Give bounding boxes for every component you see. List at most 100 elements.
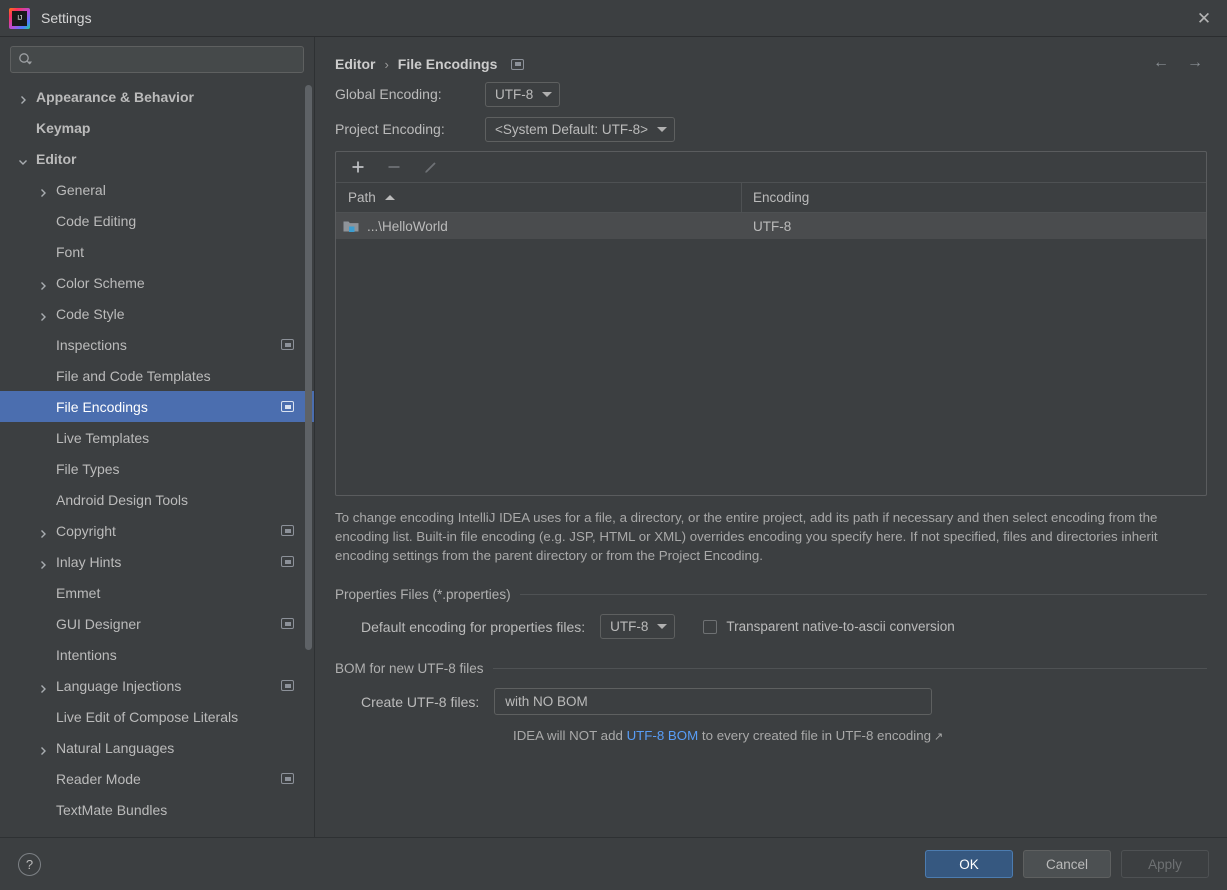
search-box[interactable] (10, 46, 304, 73)
sidebar-item-inspections[interactable]: Inspections (0, 329, 314, 360)
bom-section-header: BOM for new UTF-8 files (335, 661, 1207, 676)
table-row[interactable]: ...\HelloWorld UTF-8 (336, 213, 1206, 239)
create-utf8-files-label: Create UTF-8 files: (361, 693, 480, 710)
sidebar-item-live-edit-of-compose-literals[interactable]: Live Edit of Compose Literals (0, 701, 314, 732)
properties-section-header: Properties Files (*.properties) (335, 587, 1207, 602)
column-header-encoding[interactable]: Encoding (742, 183, 1206, 212)
project-level-icon (281, 525, 294, 536)
help-icon[interactable]: ? (18, 852, 41, 876)
transparent-conversion-label: Transparent native-to-ascii conversion (726, 619, 955, 634)
sidebar-item-gui-designer[interactable]: GUI Designer (0, 608, 314, 639)
breadcrumb-parent[interactable]: Editor (335, 56, 375, 72)
settings-tree: Appearance & Behavior Keymap Editor General… (0, 81, 314, 837)
project-level-icon (281, 773, 294, 784)
sidebar-item-keymap[interactable]: Keymap (0, 112, 314, 143)
project-encoding-dropdown[interactable]: <System Default: UTF-8> (485, 116, 676, 142)
back-arrow-icon[interactable]: ← (1149, 51, 1173, 75)
sidebar-item-label: File Encodings (56, 398, 148, 415)
ok-button[interactable]: OK (925, 850, 1013, 878)
sidebar-item-editor[interactable]: Editor (0, 143, 314, 174)
breadcrumb-separator: › (384, 56, 389, 72)
sidebar-item-general[interactable]: General (0, 174, 314, 205)
sidebar-item-label: Appearance & Behavior (36, 88, 194, 105)
sidebar-item-color-scheme[interactable]: Color Scheme (0, 267, 314, 298)
main-panel: Editor › File Encodings ← → Global Encod… (315, 37, 1227, 837)
sidebar-item-language-injections[interactable]: Language Injections (0, 670, 314, 701)
global-encoding-dropdown[interactable]: UTF-8 (485, 81, 561, 107)
dialog-footer: ? OK Cancel Apply (0, 837, 1227, 890)
chevron-right-icon[interactable] (38, 278, 48, 290)
default-properties-encoding-value: UTF-8 (610, 619, 649, 634)
chevron-right-icon[interactable] (38, 681, 48, 693)
cancel-button[interactable]: Cancel (1023, 850, 1111, 878)
sidebar-scrollbar[interactable] (305, 85, 312, 650)
close-icon[interactable]: ✕ (1181, 0, 1227, 37)
properties-section-title: Properties Files (*.properties) (335, 587, 511, 602)
sidebar-item-file-and-code-templates[interactable]: File and Code Templates (0, 360, 314, 391)
chevron-down-icon[interactable] (18, 154, 28, 165)
project-encoding-label: Project Encoding: (335, 121, 445, 137)
folder-icon (343, 219, 359, 233)
column-header-path[interactable]: Path (336, 183, 742, 212)
title-bar: IJ Settings ✕ (0, 0, 1227, 37)
sidebar-item-label: Copyright (56, 522, 116, 539)
properties-files-section: Properties Files (*.properties) Default … (335, 587, 1207, 639)
chevron-right-icon[interactable] (38, 526, 48, 538)
create-utf8-files-dropdown[interactable]: with NO BOM (494, 688, 933, 715)
sidebar-item-reader-mode[interactable]: Reader Mode (0, 763, 314, 794)
project-encoding-value: <System Default: UTF-8> (495, 121, 649, 137)
sidebar-item-intentions[interactable]: Intentions (0, 639, 314, 670)
chevron-right-icon[interactable] (38, 185, 48, 197)
add-icon[interactable] (348, 157, 368, 177)
sidebar-item-file-types[interactable]: File Types (0, 453, 314, 484)
default-properties-encoding-dropdown[interactable]: UTF-8 (600, 614, 676, 639)
table-header: Path Encoding (336, 183, 1206, 213)
bom-section-title: BOM for new UTF-8 files (335, 661, 484, 676)
sidebar-item-appearance-behavior[interactable]: Appearance & Behavior (0, 81, 314, 112)
transparent-conversion-checkbox[interactable]: Transparent native-to-ascii conversion (703, 619, 955, 634)
chevron-right-icon[interactable] (38, 309, 48, 321)
chevron-down-icon (657, 624, 668, 629)
sidebar-item-textmate-bundles[interactable]: TextMate Bundles (0, 794, 314, 825)
sidebar-item-label: Intentions (56, 646, 117, 663)
sidebar-item-emmet[interactable]: Emmet (0, 577, 314, 608)
sidebar-item-label: Natural Languages (56, 739, 175, 756)
sidebar-item-natural-languages[interactable]: Natural Languages (0, 732, 314, 763)
sidebar-item-code-editing[interactable]: Code Editing (0, 205, 314, 236)
project-level-icon (281, 339, 294, 350)
intellij-logo-text: IJ (12, 10, 27, 26)
sidebar-item-label: General (56, 181, 106, 198)
intellij-logo-icon: IJ (9, 7, 30, 29)
sidebar-item-file-encodings[interactable]: File Encodings (0, 391, 314, 422)
external-link-icon[interactable]: ↗ (934, 731, 943, 743)
apply-button[interactable]: Apply (1121, 850, 1209, 878)
table-cell-path: ...\HelloWorld (336, 219, 742, 234)
properties-section-body: Default encoding for properties files: U… (335, 614, 1207, 639)
edit-pencil-icon[interactable] (420, 157, 440, 177)
sidebar-item-label: Live Edit of Compose Literals (56, 708, 239, 725)
sidebar-item-font[interactable]: Font (0, 236, 314, 267)
global-encoding-row: Global Encoding: UTF-8 (335, 79, 1207, 109)
sidebar-item-label: Live Templates (56, 429, 150, 446)
sidebar-item-android-design-tools[interactable]: Android Design Tools (0, 484, 314, 515)
sidebar-item-inlay-hints[interactable]: Inlay Hints (0, 546, 314, 577)
search-input[interactable] (37, 52, 296, 67)
sidebar-item-code-style[interactable]: Code Style (0, 298, 314, 329)
forward-arrow-icon[interactable]: → (1183, 51, 1207, 75)
bom-hint-link[interactable]: UTF-8 BOM (627, 728, 699, 743)
remove-icon[interactable] (384, 157, 404, 177)
bom-section: BOM for new UTF-8 files Create UTF-8 fil… (335, 661, 1207, 743)
chevron-right-icon[interactable] (18, 92, 28, 104)
checkbox-box-icon (703, 619, 718, 634)
sidebar-item-live-templates[interactable]: Live Templates (0, 422, 314, 453)
dialog-body: Appearance & Behavior Keymap Editor General… (0, 37, 1227, 837)
project-level-icon (511, 58, 525, 70)
create-utf8-files-value: with NO BOM (505, 694, 588, 709)
bom-hint: IDEA will NOT add UTF-8 BOM to every cre… (335, 728, 1207, 743)
search-container (0, 37, 314, 81)
sidebar-item-label: Android Design Tools (56, 491, 189, 508)
sidebar-item-copyright[interactable]: Copyright (0, 515, 314, 546)
chevron-right-icon[interactable] (38, 557, 48, 569)
section-divider (519, 594, 1207, 595)
chevron-right-icon[interactable] (38, 743, 48, 755)
